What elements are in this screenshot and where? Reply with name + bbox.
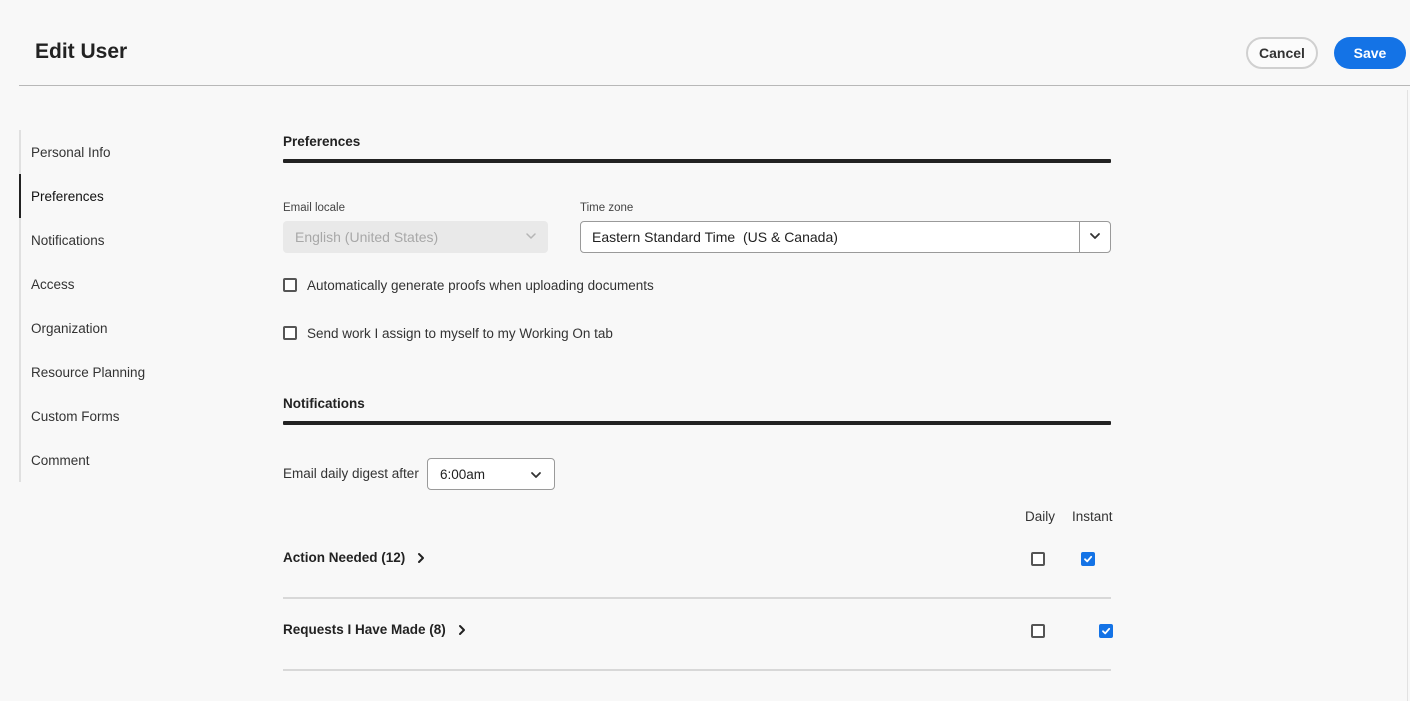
chevron-down-icon <box>524 229 538 246</box>
daily-column-header: Daily <box>1025 509 1056 524</box>
notification-row-label: Action Needed (12) <box>283 550 406 565</box>
notification-row-action-needed[interactable]: Action Needed (12) <box>283 550 427 565</box>
email-locale-select: English (United States) <box>283 221 548 253</box>
digest-label: Email daily digest after <box>283 466 419 481</box>
auto-proofs-row: Automatically generate proofs when uploa… <box>283 275 654 295</box>
page-header: Edit User Cancel Save <box>0 0 1410 86</box>
time-zone-value: Eastern Standard Time (US & Canada) <box>592 229 838 245</box>
row-divider <box>283 597 1111 599</box>
time-zone-label: Time zone <box>580 202 634 214</box>
sidebar-item-resource-planning[interactable]: Resource Planning <box>21 350 221 394</box>
email-locale-label: Email locale <box>283 202 345 214</box>
row-divider <box>283 669 1111 671</box>
page-title: Edit User <box>35 40 128 63</box>
digest-time-select[interactable]: 6:00am <box>427 458 555 490</box>
sidebar-item-preferences[interactable]: Preferences <box>19 174 221 218</box>
notification-row-requests-made[interactable]: Requests I Have Made (8) <box>283 622 468 637</box>
sidebar-item-comment[interactable]: Comment <box>21 438 221 482</box>
sidebar-item-personal-info[interactable]: Personal Info <box>21 130 221 174</box>
sidebar-item-organization[interactable]: Organization <box>21 306 221 350</box>
checkmark-icon <box>1084 555 1093 563</box>
instant-column-header: Instant <box>1072 509 1113 524</box>
cancel-button[interactable]: Cancel <box>1246 37 1318 69</box>
requests-made-instant-checkbox[interactable] <box>1099 624 1114 638</box>
checkmark-icon <box>1102 627 1111 635</box>
sidebar-item-custom-forms[interactable]: Custom Forms <box>21 394 221 438</box>
digest-time-value: 6:00am <box>440 466 486 482</box>
notifications-section-title: Notifications <box>283 396 365 411</box>
preferences-section-rule <box>283 159 1111 163</box>
action-needed-daily-checkbox[interactable] <box>1031 552 1045 566</box>
chevron-right-icon <box>456 623 468 637</box>
sidebar-nav: Personal Info Preferences Notifications … <box>19 130 219 482</box>
notifications-section-rule <box>283 421 1111 425</box>
save-button[interactable]: Save <box>1334 37 1406 69</box>
header-divider <box>19 85 1410 86</box>
chevron-right-icon <box>415 551 427 565</box>
send-work-label: Send work I assign to myself to my Worki… <box>307 325 613 341</box>
chevron-down-icon <box>529 468 543 485</box>
sidebar-item-notifications[interactable]: Notifications <box>21 218 221 262</box>
send-work-checkbox[interactable] <box>283 326 297 340</box>
send-work-row: Send work I assign to myself to my Worki… <box>283 323 613 343</box>
time-zone-select[interactable]: Eastern Standard Time (US & Canada) <box>580 221 1111 253</box>
right-edge-divider <box>1407 90 1408 701</box>
sidebar-item-access[interactable]: Access <box>21 262 221 306</box>
requests-made-daily-checkbox[interactable] <box>1031 624 1045 638</box>
auto-proofs-label: Automatically generate proofs when uploa… <box>307 277 654 293</box>
chevron-down-icon <box>1088 229 1102 246</box>
email-locale-value: English (United States) <box>295 229 439 245</box>
auto-proofs-checkbox[interactable] <box>283 278 297 292</box>
time-zone-dropdown-button[interactable] <box>1079 222 1110 252</box>
preferences-section-title: Preferences <box>283 134 361 149</box>
action-needed-instant-checkbox[interactable] <box>1081 552 1095 566</box>
notification-row-label: Requests I Have Made (8) <box>283 622 446 637</box>
